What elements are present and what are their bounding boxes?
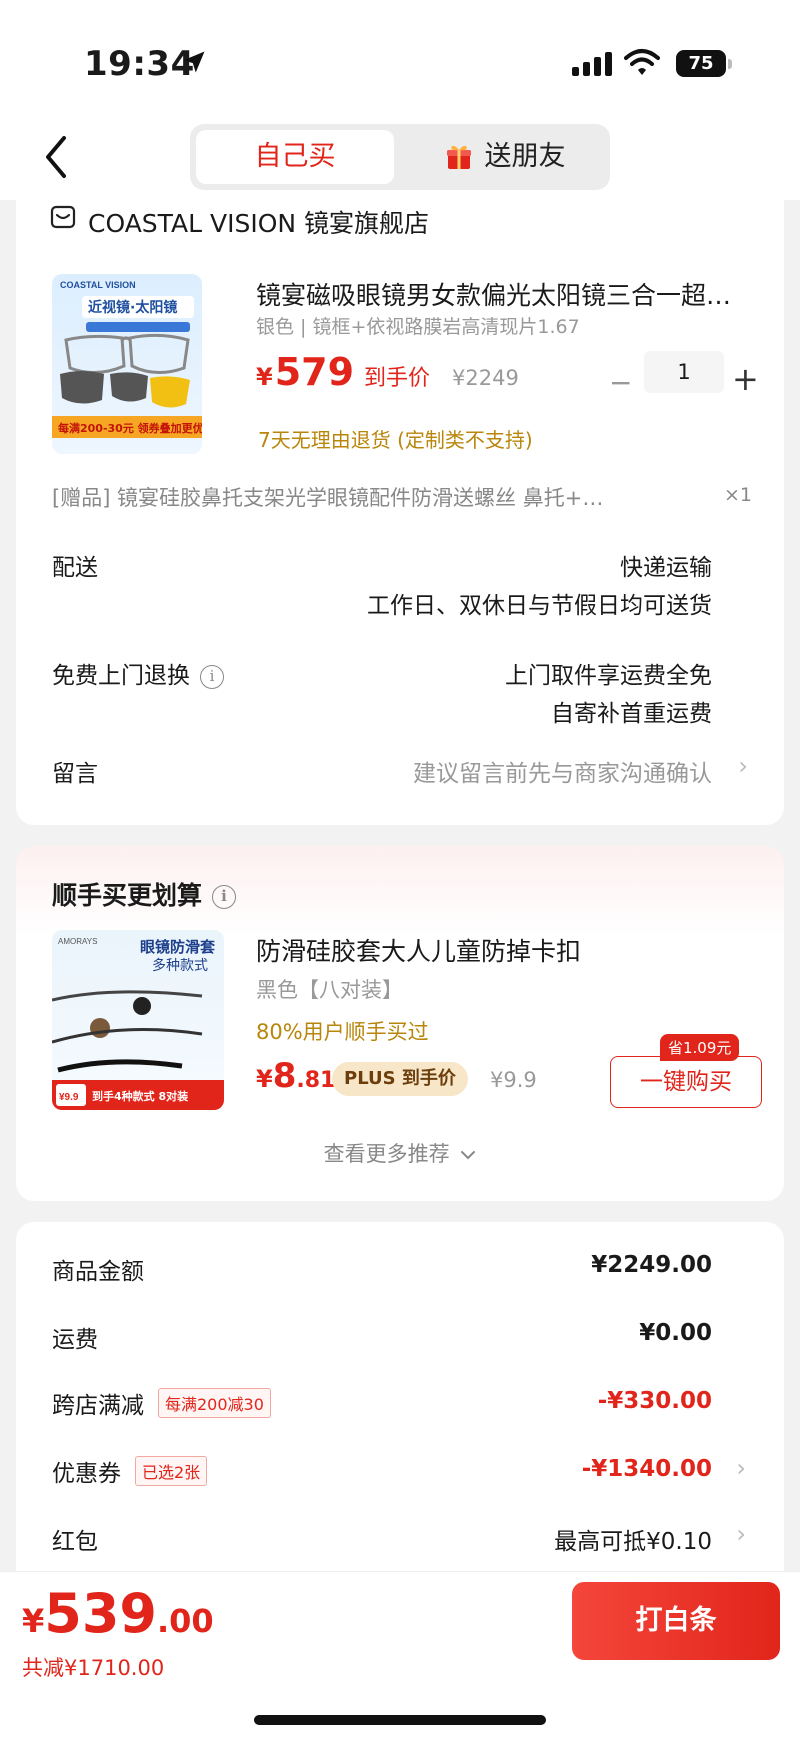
thumb2-headline1: 眼镜防滑套 [140,938,216,956]
thumb2-banner: 到手4种款式 8对装 [92,1089,188,1103]
gift-item[interactable]: [赠品] 镜宴硅胶鼻托支架光学眼镜配件防滑送螺丝 鼻托+… [52,482,692,512]
delivery-method[interactable]: 快递运输 [620,548,712,582]
location-arrow-icon [183,51,205,73]
back-chevron-icon[interactable] [38,132,78,182]
product-thumbnail[interactable]: COASTAL VISION 近视镜·太阳镜 每满200-30元 领券叠加更优惠 [52,274,202,454]
coupon-label: 优惠券 [52,1461,121,1487]
price-label: 到手价 [364,366,431,391]
coupon-selected-tag: 已选2张 [135,1456,208,1486]
addon-price-integer: 8 [272,1056,297,1096]
shipping-fee-label: 运费 [52,1327,98,1353]
thumb-headline: 近视镜·太阳镜 [88,299,177,316]
gift-quantity: ×1 [724,484,753,506]
decrease-quantity-icon[interactable]: − [609,366,632,399]
info-icon[interactable]: i [200,664,224,689]
red-packet-value[interactable]: 最高可抵¥0.10 [554,1522,712,1556]
free-return-pickup: 上门取件享运费全免 [505,663,712,689]
quantity-input[interactable]: 1 [644,351,724,393]
addon-product-title[interactable]: 防滑硅胶套大人儿童防掉卡扣 [256,932,581,968]
shipping-fee-value: ¥0.00 [639,1320,712,1346]
tab-buy-for-self[interactable]: 自己买 [196,130,394,184]
delivery-schedule[interactable]: 工作日、双休日与节假日均可送货 [367,586,712,620]
original-price: ¥2249 [452,366,519,390]
thumb2-price: ¥9.9 [59,1092,79,1103]
addon-section-title: 顺手买更划算 i [52,876,237,912]
total-price-decimal: .00 [157,1602,214,1640]
order-item-card: COASTAL VISION 镜宴旗舰店 COASTAL VISION 近视镜·… [16,190,784,825]
free-return-label: 免费上门退换 [52,663,190,689]
product-price: ¥ 579 到手价 [256,350,430,394]
cross-store-discount-value: -¥330.00 [597,1388,712,1414]
increase-quantity-icon[interactable]: + [732,360,759,398]
more-recommendations-label: 查看更多推荐 [323,1142,450,1166]
price-value: 579 [274,350,355,394]
chevron-right-icon[interactable]: › [738,752,748,780]
thumb-brand: COASTAL VISION [60,280,136,290]
cross-store-discount-tag: 每满200减30 [158,1388,271,1418]
message-label: 留言 [52,761,98,787]
plus-price-badge: PLUS 到手价 [332,1062,468,1096]
message-input[interactable]: 建议留言前先与商家沟通确认 [413,754,712,788]
store-name[interactable]: COASTAL VISION 镜宴旗舰店 [88,204,429,240]
chevron-right-icon[interactable]: › [736,1454,746,1482]
free-return-self-send: 自寄补首重运费 [551,701,712,727]
savings-tag: 省1.09元 [660,1034,740,1061]
addon-bought-ratio: 80%用户顺手买过 [256,1020,429,1044]
goods-amount-value: ¥2249.00 [591,1252,712,1278]
product-spec[interactable]: 银色 | 镜框+依视路膜岩高清现片1.67 [256,312,580,339]
cross-store-discount-row[interactable]: 跨店满减 每满200减30 [52,1386,271,1420]
total-price: ¥ 539 .00 [22,1582,214,1645]
store-icon [50,205,76,229]
gift-icon [446,145,471,169]
thumb2-brand: AMORAYS [58,937,97,946]
goods-amount-label: 商品金额 [52,1259,144,1285]
price-symbol: ¥ [256,363,273,391]
home-indicator [254,1715,546,1725]
cross-store-discount-label: 跨店满减 [52,1393,144,1419]
status-time: 19:34 [84,44,195,84]
addon-price-decimal: .81 [296,1068,336,1093]
addon-price-symbol: ¥ [256,1065,273,1093]
total-price-symbol: ¥ [22,1602,45,1640]
total-savings[interactable]: 共减¥1710.00 [22,1652,164,1682]
purchase-mode-switch: 自己买 送朋友 [190,124,610,190]
tab-gift-label: 送朋友 [484,141,566,172]
addon-recommendation-card: 顺手买更划算 i AMORAYS 眼镜防滑套 多种款式 ¥9.9 到手4种款式 8… [16,846,784,1201]
chevron-down-icon [461,1151,476,1160]
battery-indicator: 75 [676,50,732,77]
wifi-icon [624,49,660,75]
return-policy: 7天无理由退货 (定制类不支持) [258,428,533,452]
one-click-buy-button[interactable]: 一键购买 [610,1056,762,1108]
chevron-right-icon[interactable]: › [736,1520,746,1548]
delivery-label: 配送 [52,555,98,581]
tab-send-to-friend[interactable]: 送朋友 [406,130,604,184]
addon-original-price: ¥9.9 [490,1068,537,1092]
more-recommendations-link[interactable]: 查看更多推荐 [16,1138,784,1168]
addon-price: ¥ 8 .81 [256,1056,335,1096]
addon-product-spec[interactable]: 黑色【八对装】 [256,974,403,1004]
product-title[interactable]: 镜宴磁吸眼镜男女款偏光太阳镜三合一超… [256,276,756,312]
thumb2-headline2: 多种款式 [152,957,208,974]
checkout-bar: ¥ 539 .00 共减¥1710.00 打白条 [0,1571,800,1739]
price-summary-card: 商品金额 ¥2249.00 运费 ¥0.00 跨店满减 每满200减30 -¥3… [16,1222,784,1582]
addon-thumbnail[interactable]: AMORAYS 眼镜防滑套 多种款式 ¥9.9 到手4种款式 8对装 [52,930,224,1110]
free-return-row: 免费上门退换 i [52,656,224,690]
nav-bar: 自己买 送朋友 [0,120,800,200]
red-packet-label[interactable]: 红包 [52,1522,98,1556]
cellular-signal-icon [572,52,612,76]
coupon-value: -¥1340.00 [581,1456,712,1482]
thumb-promo-banner: 每满200-30元 领券叠加更优惠 [58,421,202,435]
addon-title-text: 顺手买更划算 [52,881,203,910]
info-icon[interactable]: i [212,885,237,909]
total-price-integer: 539 [44,1582,157,1645]
coupon-row[interactable]: 优惠券 已选2张 [52,1454,208,1488]
pay-with-baitiao-button[interactable]: 打白条 [572,1582,780,1660]
status-bar: 19:34 75 [0,0,800,120]
